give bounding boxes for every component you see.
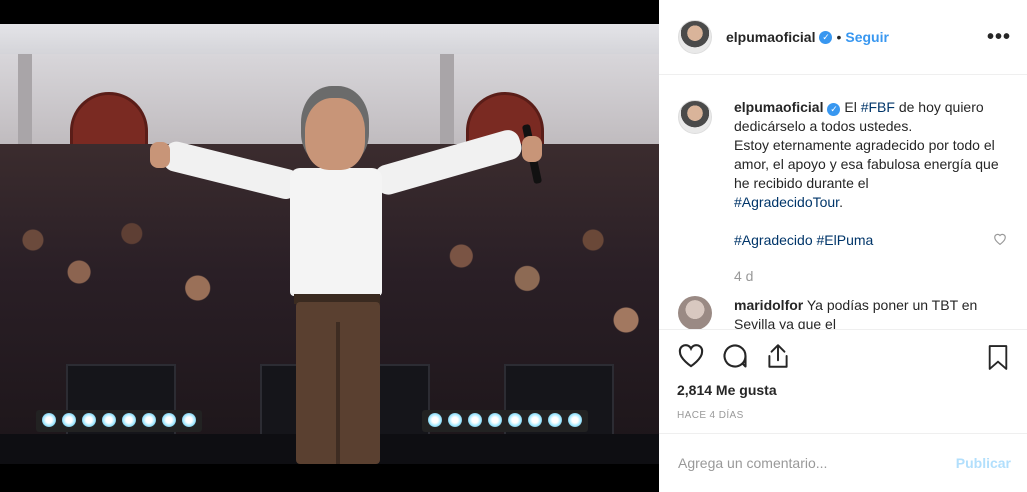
performer-hand-right [522, 136, 542, 162]
follow-button[interactable]: Seguir [845, 29, 889, 45]
verified-badge-icon: ✓ [819, 30, 833, 44]
comment-like-heart-icon[interactable] [993, 232, 1007, 248]
hashtag-link[interactable]: #AgradecidoTour [734, 194, 839, 210]
caption-text-part: . [839, 194, 843, 210]
post-photo[interactable] [0, 24, 659, 464]
caption-time-ago[interactable]: 4 d [734, 268, 1011, 284]
hashtag-link[interactable]: #FBF [861, 99, 895, 115]
post-sidebar: elpumaoficial ✓ • Seguir ••• elpumaofici… [659, 0, 1027, 492]
author-avatar[interactable] [678, 20, 712, 54]
caption-author-avatar[interactable] [678, 100, 712, 134]
likes-count[interactable]: 2,814 Me gusta [677, 382, 1011, 398]
header-separator: • [836, 29, 842, 45]
comments-section[interactable]: elpumaoficial ✓ El #FBF de hoy quiero ded… [659, 76, 1027, 329]
comment-input[interactable] [678, 455, 956, 471]
caption-text: elpumaoficial ✓ El #FBF de hoy quiero ded… [734, 98, 1004, 250]
commenter-avatar[interactable] [678, 296, 712, 329]
caption: elpumaoficial ✓ El #FBF de hoy quiero ded… [678, 98, 1011, 250]
performer-arm-right [371, 127, 525, 198]
comment-item: maridolfor Ya podías poner un TBT en Sev… [678, 296, 1011, 329]
more-options-icon[interactable]: ••• [987, 26, 1011, 49]
bookmark-icon[interactable] [987, 344, 1011, 372]
comment-icon[interactable] [721, 342, 751, 372]
performer-arm-left [160, 139, 302, 202]
caption-text-part: Estoy eternamente agradecido por todo el… [734, 137, 999, 191]
performer-shirt [290, 168, 382, 296]
comment-text: maridolfor Ya podías poner un TBT en Sev… [734, 296, 984, 329]
caption-text-part: El [840, 99, 861, 115]
action-icons-row [677, 342, 1011, 372]
verified-badge-icon: ✓ [827, 103, 841, 116]
share-icon[interactable] [765, 342, 795, 372]
publish-button[interactable]: Publicar [956, 455, 1011, 471]
performer-hand-left [150, 142, 170, 168]
performer-head [305, 98, 365, 170]
commenter-username[interactable]: maridolfor [734, 297, 803, 313]
performer-trousers [296, 302, 380, 464]
hashtag-link[interactable]: #Agradecido [734, 232, 813, 248]
post-date[interactable]: HACE 4 DÍAS [677, 410, 1011, 421]
hashtag-link[interactable]: #ElPuma [817, 232, 874, 248]
photo-performer [150, 94, 550, 464]
post-actions: 2,814 Me gusta HACE 4 DÍAS [659, 329, 1027, 433]
heart-icon[interactable] [677, 342, 707, 372]
post-header: elpumaoficial ✓ • Seguir ••• [659, 0, 1027, 75]
add-comment-form: Publicar [659, 433, 1027, 492]
post-image-panel[interactable] [0, 0, 659, 492]
caption-username[interactable]: elpumaoficial [734, 99, 823, 115]
author-username[interactable]: elpumaoficial [726, 29, 815, 45]
